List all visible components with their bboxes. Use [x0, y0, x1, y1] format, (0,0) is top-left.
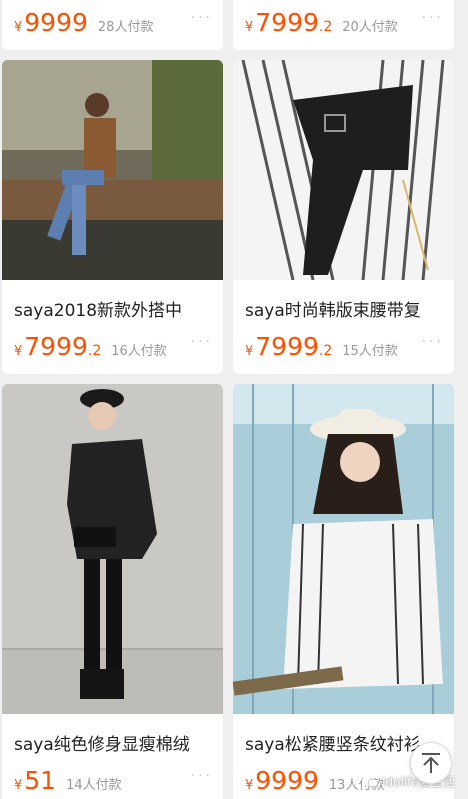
more-options-icon[interactable]: ··· [191, 10, 213, 26]
product-title[interactable]: saya时尚韩版束腰带复 [245, 296, 446, 321]
price: 7999 [255, 8, 319, 37]
product-image[interactable] [233, 60, 454, 280]
buyer-count: 14人付款 [66, 778, 122, 793]
currency-symbol: ¥ [245, 778, 254, 793]
price-row: ¥ 7999 .2 16人付款 [14, 332, 213, 361]
price-decimal: .2 [318, 343, 333, 359]
more-options-icon[interactable]: ··· [422, 334, 444, 350]
currency-symbol: ¥ [14, 20, 23, 35]
wechat-icon [362, 775, 379, 788]
buyer-count: 20人付款 [342, 20, 398, 35]
back-to-top-button[interactable] [410, 742, 452, 784]
product-title[interactable]: saya2018新款外搭中 [14, 296, 215, 321]
price: 9999 [255, 766, 319, 795]
price: 51 [24, 766, 57, 795]
more-options-icon[interactable]: ··· [191, 768, 213, 784]
buyer-count: 15人付款 [342, 344, 398, 359]
more-options-icon[interactable]: ··· [422, 10, 444, 26]
price-decimal: .2 [318, 19, 333, 35]
currency-symbol: ¥ [245, 344, 254, 359]
buyer-count: 28人付款 [97, 20, 154, 35]
price-row: ¥ 51 14人付款 [14, 766, 213, 795]
currency-symbol: ¥ [14, 778, 23, 793]
buyer-count: 16人付款 [111, 344, 167, 359]
product-card[interactable]: saya纯色修身显瘦棉绒 ¥ 51 14人付款 ··· [2, 384, 223, 799]
price: 9999 [24, 8, 88, 37]
product-card[interactable]: ¥ 7999 .2 20人付款 ··· [233, 0, 454, 50]
product-card[interactable]: saya时尚韩版束腰带复 ¥ 7999 .2 15人付款 ··· [233, 60, 454, 374]
currency-symbol: ¥ [245, 20, 254, 35]
price-row: ¥ 7999 .2 15人付款 [245, 332, 444, 361]
product-card[interactable]: saya2018新款外搭中 ¥ 7999 .2 16人付款 ··· [2, 60, 223, 374]
currency-symbol: ¥ [14, 344, 23, 359]
more-options-icon[interactable]: ··· [191, 334, 213, 350]
product-image[interactable] [233, 384, 454, 714]
price: 7999 [255, 332, 319, 361]
product-title[interactable]: saya纯色修身显瘦棉绒 [14, 730, 215, 755]
price-decimal: .2 [87, 343, 102, 359]
price: 7999 [24, 332, 88, 361]
price-row: ¥ 9999 28人付款 [14, 8, 213, 37]
product-image[interactable] [2, 384, 223, 714]
product-grid-page: ¥ 9999 28人付款 ··· ¥ 7999 .2 20人付款 ··· say… [0, 0, 468, 799]
price-row: ¥ 7999 .2 20人付款 [245, 8, 444, 37]
product-image[interactable] [2, 60, 223, 280]
product-card[interactable]: ¥ 9999 28人付款 ··· [2, 0, 223, 50]
arrow-up-icon [422, 753, 440, 773]
product-card[interactable]: saya松紧腰竖条纹衬衫 ¥ 9999 13人付款 [233, 384, 454, 799]
